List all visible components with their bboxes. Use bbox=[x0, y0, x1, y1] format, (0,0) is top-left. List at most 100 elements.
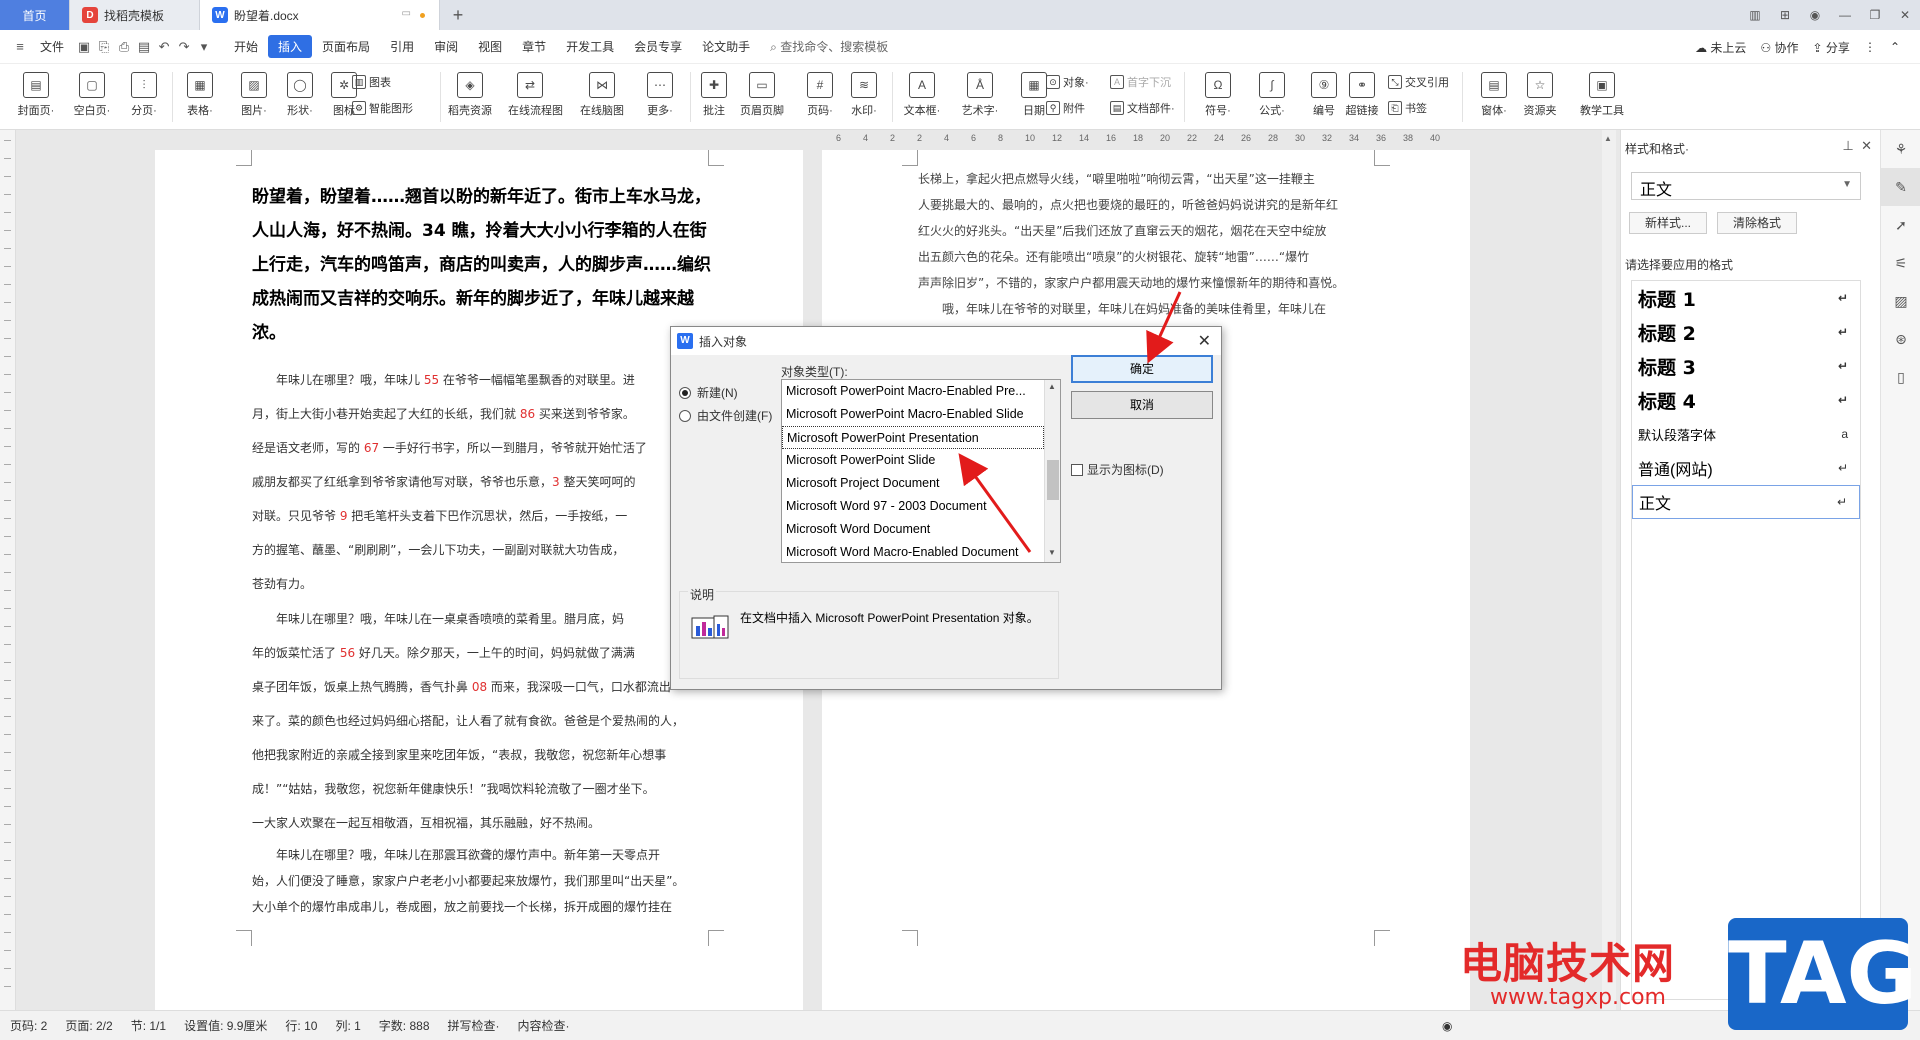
dialog-titlebar[interactable]: W 插入对象 ✕ bbox=[671, 327, 1221, 355]
ribbon-button[interactable]: ▢ 空白页· bbox=[70, 68, 114, 118]
style-item[interactable]: 默认段落字体 a bbox=[1632, 417, 1860, 451]
object-type-item[interactable]: Microsoft PowerPoint Slide bbox=[782, 449, 1044, 472]
list-scroll-thumb[interactable] bbox=[1047, 460, 1059, 500]
show-as-icon-checkbox[interactable]: 显示为图标(D) bbox=[1071, 461, 1164, 478]
ribbon-button[interactable]: ▤ 窗体· bbox=[1472, 68, 1516, 118]
cancel-button[interactable]: 取消 bbox=[1071, 391, 1213, 419]
menu-item[interactable]: 审阅 bbox=[424, 38, 468, 55]
cloud-status[interactable]: ☁ 未上云 bbox=[1695, 39, 1746, 56]
pin-icon[interactable]: ⊥ bbox=[1843, 138, 1854, 153]
cross-ref-button[interactable]: ⤡ 交叉引用 bbox=[1388, 74, 1449, 90]
object-type-item[interactable]: Microsoft Word Macro-Enabled Document bbox=[782, 541, 1044, 562]
scroll-up-icon[interactable]: ▲ bbox=[1048, 382, 1056, 391]
menu-item[interactable]: 会员专享 bbox=[624, 38, 692, 55]
object-type-item[interactable]: Microsoft Word Document bbox=[782, 518, 1044, 541]
styles-pane-title[interactable]: 样式和格式· bbox=[1625, 140, 1689, 157]
status-page-number[interactable]: 页码: 2 bbox=[10, 1017, 47, 1034]
radio-create-new[interactable]: 新建(N) bbox=[679, 384, 738, 401]
status-word-count[interactable]: 字数: 888 bbox=[379, 1017, 430, 1034]
ribbon-button[interactable]: ∫ 公式· bbox=[1250, 68, 1294, 118]
style-item[interactable]: 标题 3 ↵ bbox=[1632, 349, 1860, 383]
menu-item[interactable]: 章节 bbox=[512, 38, 556, 55]
print-icon[interactable]: ⎙ bbox=[114, 39, 134, 55]
doc-parts-button[interactable]: ▤ 文档部件· bbox=[1110, 100, 1175, 116]
menu-item[interactable]: 页面布局 bbox=[312, 38, 380, 55]
status-page[interactable]: 页面: 2/2 bbox=[65, 1017, 112, 1034]
drop-cap-button[interactable]: A 首字下沉 bbox=[1110, 74, 1171, 90]
current-style-select[interactable]: 正文 ▼ bbox=[1631, 172, 1861, 200]
tab-home[interactable]: 首页 bbox=[0, 0, 70, 30]
compass-icon[interactable]: ⊛ bbox=[1881, 320, 1920, 358]
style-item[interactable]: 标题 4 ↵ bbox=[1632, 383, 1860, 417]
ribbon-button[interactable]: ⋯ 更多· bbox=[638, 68, 682, 118]
redo-icon[interactable]: ↷ bbox=[174, 39, 194, 55]
ribbon-button[interactable]: ▨ 图片· bbox=[232, 68, 276, 118]
bookmark-button[interactable]: ⎗ 书签 bbox=[1388, 100, 1427, 116]
ribbon-button[interactable]: ⫶ 分页· bbox=[122, 68, 166, 118]
book-icon[interactable]: ▯ bbox=[1881, 358, 1920, 396]
style-item[interactable]: 普通(网站) ↵ bbox=[1632, 451, 1860, 485]
more-icon[interactable]: ⋮ bbox=[1864, 40, 1876, 54]
new-tab-button[interactable]: + bbox=[440, 5, 476, 26]
ribbon-button[interactable]: ◈ 稻壳资源 bbox=[448, 68, 492, 118]
ok-button[interactable]: 确定 bbox=[1071, 355, 1213, 383]
tab-template[interactable]: D 找稻壳模板 bbox=[70, 0, 200, 30]
collapse-ribbon-icon[interactable]: ⌃ bbox=[1890, 40, 1900, 54]
menu-item[interactable]: 开始 bbox=[224, 38, 268, 55]
scroll-down-icon[interactable]: ▼ bbox=[1048, 548, 1056, 557]
object-type-item[interactable]: Microsoft PowerPoint Presentation bbox=[782, 426, 1044, 449]
ribbon-button[interactable]: ◯ 形状· bbox=[278, 68, 322, 118]
pen-icon[interactable]: ✎ bbox=[1881, 168, 1920, 206]
document-scrollbar[interactable]: ▲ bbox=[1602, 130, 1616, 1010]
tab-document[interactable]: W 盼望着.docx ▭ bbox=[200, 0, 440, 30]
status-col[interactable]: 列: 1 bbox=[335, 1017, 360, 1034]
doc-page2-text[interactable]: 长梯上，拿起火把点燃导火线，“噼里啪啦”响彻云霄，“出天星”这一挂鞭主 人要挑最大… bbox=[918, 166, 1373, 348]
ribbon-button[interactable]: ▤ 封面页· bbox=[14, 68, 58, 118]
status-row[interactable]: 行: 10 bbox=[285, 1017, 317, 1034]
adjust-icon[interactable]: ⚟ bbox=[1881, 244, 1920, 282]
ribbon-button[interactable]: ▦ 表格· bbox=[178, 68, 222, 118]
save-icon[interactable]: ▣ bbox=[74, 39, 94, 55]
command-search[interactable]: ⌕ 查找命令、搜索模板 bbox=[770, 38, 888, 55]
object-type-item[interactable]: Microsoft PowerPoint Macro-Enabled Pre..… bbox=[782, 380, 1044, 403]
doc-heading-paragraph[interactable]: 盼望着，盼望着……翘首以盼的新年近了。街市上车水马龙，人山人海，好不热闹。34 … bbox=[252, 180, 717, 350]
close-icon[interactable]: ✕ bbox=[1890, 8, 1920, 22]
scroll-up-icon[interactable]: ▲ bbox=[1604, 134, 1612, 143]
radio-from-file[interactable]: 由文件创建(F) bbox=[679, 407, 772, 424]
close-pane-icon[interactable]: ✕ bbox=[1861, 138, 1872, 153]
clear-format-button[interactable]: 清除格式 bbox=[1717, 212, 1797, 234]
ribbon-button[interactable]: ▣ 教学工具 bbox=[1580, 68, 1624, 118]
tab-options-icon[interactable]: ▭ bbox=[402, 8, 411, 19]
ribbon-button[interactable]: A 文本框· bbox=[900, 68, 944, 118]
style-item[interactable]: 正文 ↵ bbox=[1632, 485, 1860, 519]
menu-item[interactable]: 插入 bbox=[268, 35, 313, 58]
share-button[interactable]: ⇪ 分享 bbox=[1813, 39, 1850, 56]
status-section[interactable]: 节: 1/1 bbox=[131, 1017, 166, 1034]
avatar[interactable]: ◉ bbox=[1800, 8, 1830, 22]
doc-paragraph-1[interactable]: 年味儿在哪里？哦，年味儿 55 在爷爷一幅幅笔墨飘香的对联里。进 月，街上大街小巷… bbox=[252, 363, 717, 601]
image-tool-icon[interactable]: ▨ bbox=[1881, 282, 1920, 320]
ribbon-button[interactable]: ▦ 日期 bbox=[1012, 68, 1056, 118]
minimize-icon[interactable]: — bbox=[1830, 8, 1860, 22]
style-item[interactable]: 标题 1 ↵ bbox=[1632, 281, 1860, 315]
apps-grid-icon[interactable]: ⊞ bbox=[1770, 8, 1800, 22]
doc-paragraph-2[interactable]: 年味儿在哪里？哦，年味儿在一桌桌香喷喷的菜肴里。腊月底，妈 年的饭菜忙活了 56 … bbox=[252, 602, 717, 840]
menu-item[interactable]: 开发工具 bbox=[556, 38, 624, 55]
ribbon-button[interactable]: ▭ 页眉页脚 bbox=[740, 68, 784, 118]
ribbon-button[interactable]: ⋈ 在线脑图 bbox=[580, 68, 624, 118]
style-tool-icon[interactable]: ⚘ bbox=[1881, 130, 1920, 168]
ribbon-button[interactable]: ⇄ 在线流程图 bbox=[508, 68, 563, 118]
ribbon-button[interactable]: ⚭ 超链接 bbox=[1340, 68, 1384, 118]
dialog-close-icon[interactable]: ✕ bbox=[1198, 331, 1211, 351]
preview-icon[interactable]: ▤ bbox=[134, 39, 154, 55]
doc-paragraph-3[interactable]: 年味儿在哪里？哦，年味儿在那震耳欲聋的爆竹声中。新年第一天零点开 始，人们便没了睡… bbox=[252, 842, 717, 920]
object-type-item[interactable]: Microsoft Word 97 - 2003 Document bbox=[782, 495, 1044, 518]
content-check-button[interactable]: 内容检查· bbox=[518, 1017, 570, 1034]
menu-item[interactable]: 论文助手 bbox=[692, 38, 760, 55]
eye-icon[interactable]: ◉ bbox=[1442, 1019, 1452, 1033]
menu-item[interactable]: 引用 bbox=[380, 38, 424, 55]
menu-file[interactable]: 文件 bbox=[30, 38, 74, 55]
ribbon-button[interactable]: ≋ 水印· bbox=[842, 68, 886, 118]
new-style-button[interactable]: 新样式... bbox=[1629, 212, 1707, 234]
undo-icon[interactable]: ↶ bbox=[154, 39, 174, 55]
